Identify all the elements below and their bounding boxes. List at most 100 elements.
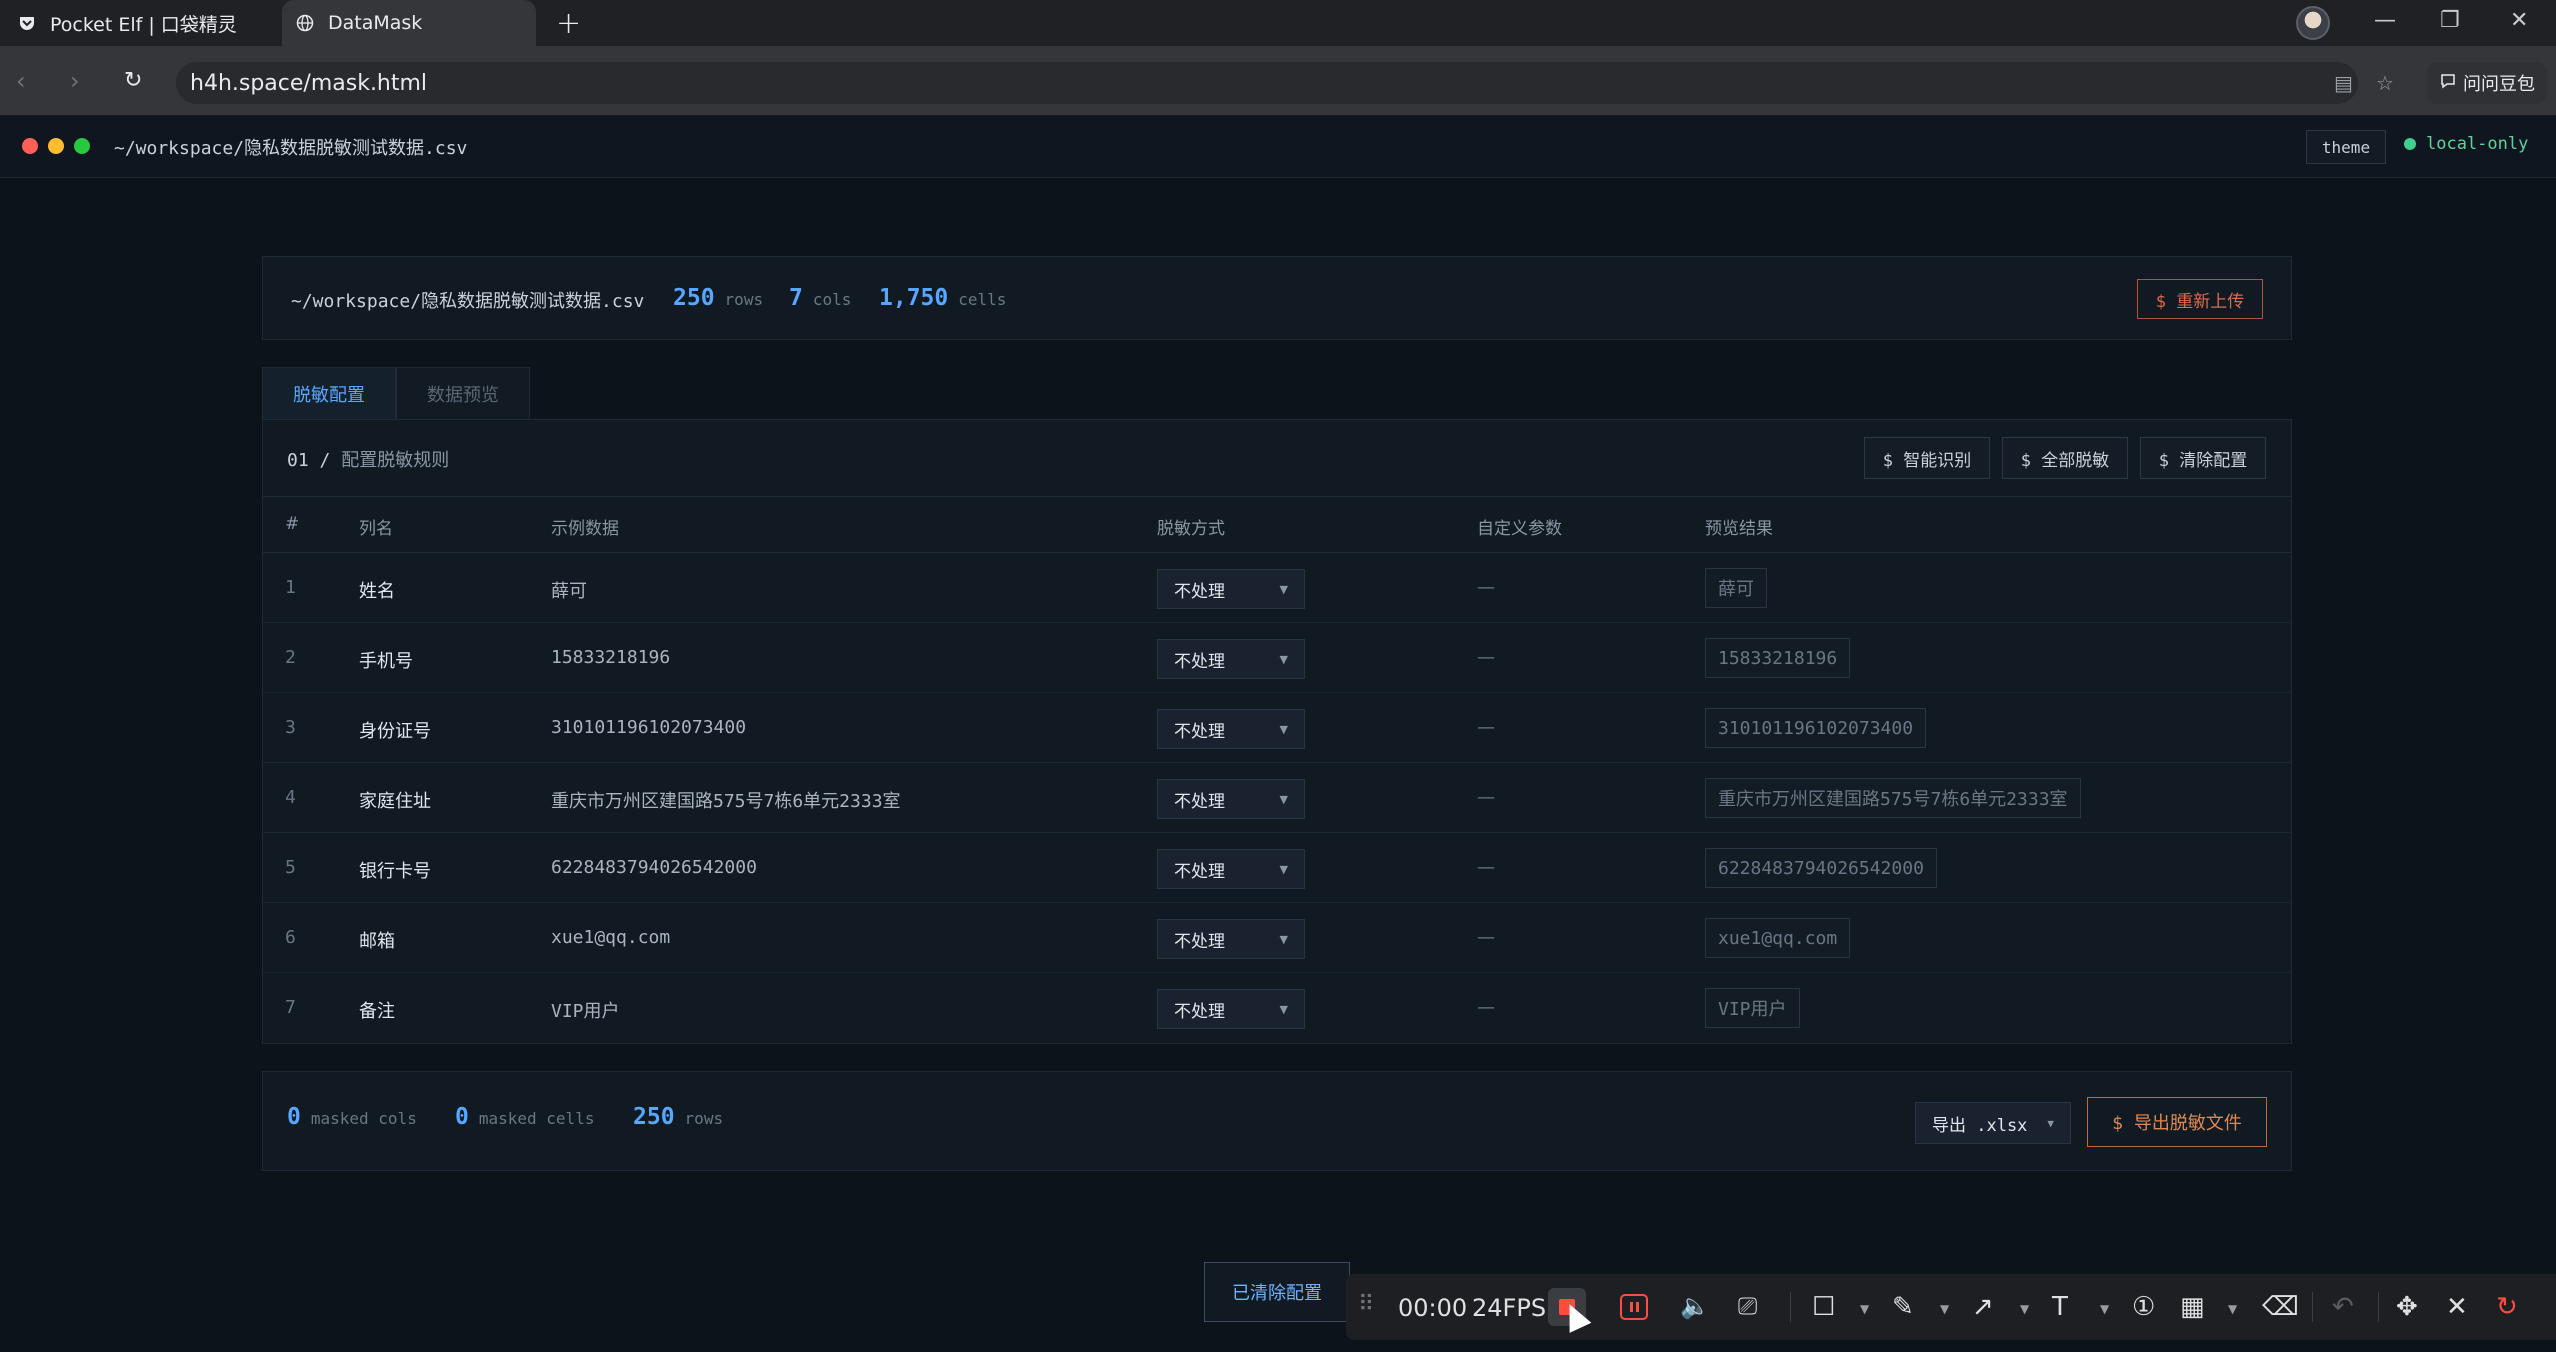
rows-stat: 250 rows — [673, 285, 763, 311]
row-param: — — [1477, 647, 1495, 668]
rows-count: 250 — [673, 285, 715, 311]
reload-icon[interactable]: ↻ — [124, 68, 142, 93]
restore-icon[interactable]: ❐ — [2440, 8, 2460, 33]
ask-doubao-button[interactable]: 问问豆包 — [2427, 62, 2547, 104]
mosaic-tool-icon[interactable]: ▦ — [2180, 1292, 2205, 1322]
mask-method-select[interactable]: 不处理 ▼ — [1157, 849, 1305, 889]
chevron-down-icon[interactable]: ▼ — [2020, 1302, 2029, 1316]
table-row: 2 手机号 15833218196 不处理 ▼ — 15833218196 — [263, 623, 2291, 693]
chevron-down-icon[interactable]: ▼ — [1860, 1302, 1869, 1316]
browser-tab-datamask[interactable]: DataMask — [282, 0, 536, 46]
chevron-down-icon[interactable]: ▼ — [1940, 1302, 1949, 1316]
export-format-value: 导出 .xlsx — [1932, 1115, 2028, 1136]
tab-title: Pocket Elf | 口袋精灵 — [50, 13, 237, 36]
arrow-tool-icon[interactable]: ↗ — [1972, 1292, 1994, 1322]
export-masked-file-button[interactable]: $ 导出脱敏文件 — [2087, 1097, 2267, 1147]
reupload-button[interactable]: $ 重新上传 — [2137, 279, 2263, 319]
mask-all-button[interactable]: $ 全部脱敏 — [2002, 437, 2128, 479]
col-header-method: 脱敏方式 — [1157, 519, 1225, 539]
pause-recording-icon[interactable] — [1620, 1294, 1648, 1320]
recorder-toolbar: ⠿ 00:00 24FPS 🔈 ⎚ ☐ ▼ ✎ ▼ ↗ ▼ T ▼ ① ▦ ▼ … — [1346, 1274, 2556, 1340]
caret-down-icon: ▼ — [1279, 582, 1288, 596]
toolbar-divider — [2312, 1292, 2313, 1322]
undo-icon[interactable]: ↶ — [2332, 1292, 2354, 1322]
theme-toggle-button[interactable]: theme — [2306, 130, 2386, 164]
step-marker-icon[interactable]: ① — [2132, 1292, 2155, 1322]
row-param: — — [1477, 857, 1495, 878]
row-column-name: 邮箱 — [359, 931, 395, 952]
restart-icon[interactable]: ↻ — [2496, 1292, 2518, 1322]
chat-bubble-icon — [2439, 72, 2457, 95]
close-toolbar-icon[interactable]: ✕ — [2446, 1292, 2468, 1322]
row-param: — — [1477, 787, 1495, 808]
move-icon[interactable]: ✥ — [2396, 1292, 2418, 1322]
tab-data-preview[interactable]: 数据预览 — [396, 367, 530, 419]
chevron-down-icon[interactable]: ▼ — [2100, 1302, 2109, 1316]
window-minimize-dot[interactable] — [48, 138, 64, 154]
window-close-dot[interactable] — [22, 138, 38, 154]
chevron-down-icon[interactable]: ▼ — [2228, 1302, 2237, 1316]
table-row: 4 家庭住址 重庆市万州区建国路575号7栋6单元2333室 不处理 ▼ — 重庆… — [263, 763, 2291, 833]
step-number: 01 / — [287, 450, 331, 471]
row-sample: 310101196102073400 — [551, 717, 747, 738]
rules-title-text: 配置脱敏规则 — [341, 450, 450, 471]
new-tab-icon[interactable]: + — [556, 6, 581, 41]
pocket-icon — [18, 14, 36, 32]
url-text: h4h.space/mask.html — [190, 71, 428, 96]
toolbar-divider — [1790, 1292, 1791, 1322]
caret-down-icon: ▼ — [1279, 722, 1288, 736]
pen-tool-icon[interactable]: ✎ — [1892, 1292, 1914, 1322]
mask-method-select[interactable]: 不处理 ▼ — [1157, 639, 1305, 679]
rectangle-tool-icon[interactable]: ☐ — [1812, 1292, 1835, 1322]
profile-avatar[interactable] — [2296, 6, 2330, 40]
minimize-icon[interactable]: — — [2374, 8, 2396, 33]
recording-timer: 00:00 — [1398, 1294, 1468, 1322]
browser-tab-pocket-elf[interactable]: Pocket Elf | 口袋精灵 — [18, 0, 278, 46]
row-column-name: 银行卡号 — [359, 861, 431, 882]
mask-method-select[interactable]: 不处理 ▼ — [1157, 569, 1305, 609]
rules-panel-header: 01 / 配置脱敏规则 $ 智能识别 $ 全部脱敏 $ 清除配置 — [263, 420, 2291, 497]
row-index: 6 — [285, 927, 296, 948]
col-header-sample: 示例数据 — [551, 519, 619, 539]
clear-config-button[interactable]: $ 清除配置 — [2140, 437, 2266, 479]
masked-cells-count: 0 — [455, 1104, 469, 1130]
mask-method-select[interactable]: 不处理 ▼ — [1157, 709, 1305, 749]
camera-effects-icon[interactable]: ⎚ — [1738, 1292, 1757, 1320]
text-tool-icon[interactable]: T — [2052, 1292, 2068, 1322]
row-index: 5 — [285, 857, 296, 878]
select-value: 不处理 — [1174, 721, 1225, 742]
close-window-icon[interactable]: ✕ — [2510, 8, 2528, 33]
forward-icon[interactable]: › — [70, 67, 80, 95]
col-header-index: # — [285, 514, 300, 534]
select-value: 不处理 — [1174, 651, 1225, 672]
ask-button-label: 问问豆包 — [2463, 74, 2535, 95]
tab-mask-config[interactable]: 脱敏配置 — [262, 367, 396, 419]
fps-label[interactable]: 24FPS — [1472, 1294, 1546, 1322]
drag-handle-icon[interactable]: ⠿ — [1358, 1292, 1374, 1317]
row-column-name: 身份证号 — [359, 721, 431, 742]
smart-detect-button[interactable]: $ 智能识别 — [1864, 437, 1990, 479]
select-value: 不处理 — [1174, 581, 1225, 602]
window-zoom-dot[interactable] — [74, 138, 90, 154]
mask-method-select[interactable]: 不处理 ▼ — [1157, 779, 1305, 819]
address-bar[interactable]: h4h.space/mask.html ▤ ☆ — [176, 62, 2394, 104]
export-format-select[interactable]: 导出 .xlsx ▼ — [1915, 1102, 2071, 1144]
eraser-icon[interactable]: ⌫ — [2262, 1292, 2299, 1322]
mask-method-select[interactable]: 不处理 ▼ — [1157, 919, 1305, 959]
reader-icon[interactable]: ▤ — [2334, 71, 2353, 95]
rows-label: rows — [724, 290, 764, 309]
bookmark-star-icon[interactable]: ☆ — [2376, 71, 2394, 95]
caret-down-icon: ▼ — [1279, 932, 1288, 946]
row-index: 2 — [285, 647, 296, 668]
masked-cells-label: masked cells — [478, 1109, 595, 1128]
row-preview: 薛可 — [1705, 568, 1767, 608]
speaker-icon[interactable]: 🔈 — [1680, 1292, 1710, 1320]
mask-method-select[interactable]: 不处理 ▼ — [1157, 989, 1305, 1029]
rules-panel: 01 / 配置脱敏规则 $ 智能识别 $ 全部脱敏 $ 清除配置 # 列名 示例… — [262, 419, 2292, 1044]
select-value: 不处理 — [1174, 1001, 1225, 1022]
row-column-name: 姓名 — [359, 581, 395, 602]
back-icon[interactable]: ‹ — [16, 67, 26, 95]
rules-title: 01 / 配置脱敏规则 — [287, 446, 449, 472]
toast-notification: 已清除配置 — [1204, 1262, 1350, 1322]
cells-label: cells — [958, 290, 1007, 309]
